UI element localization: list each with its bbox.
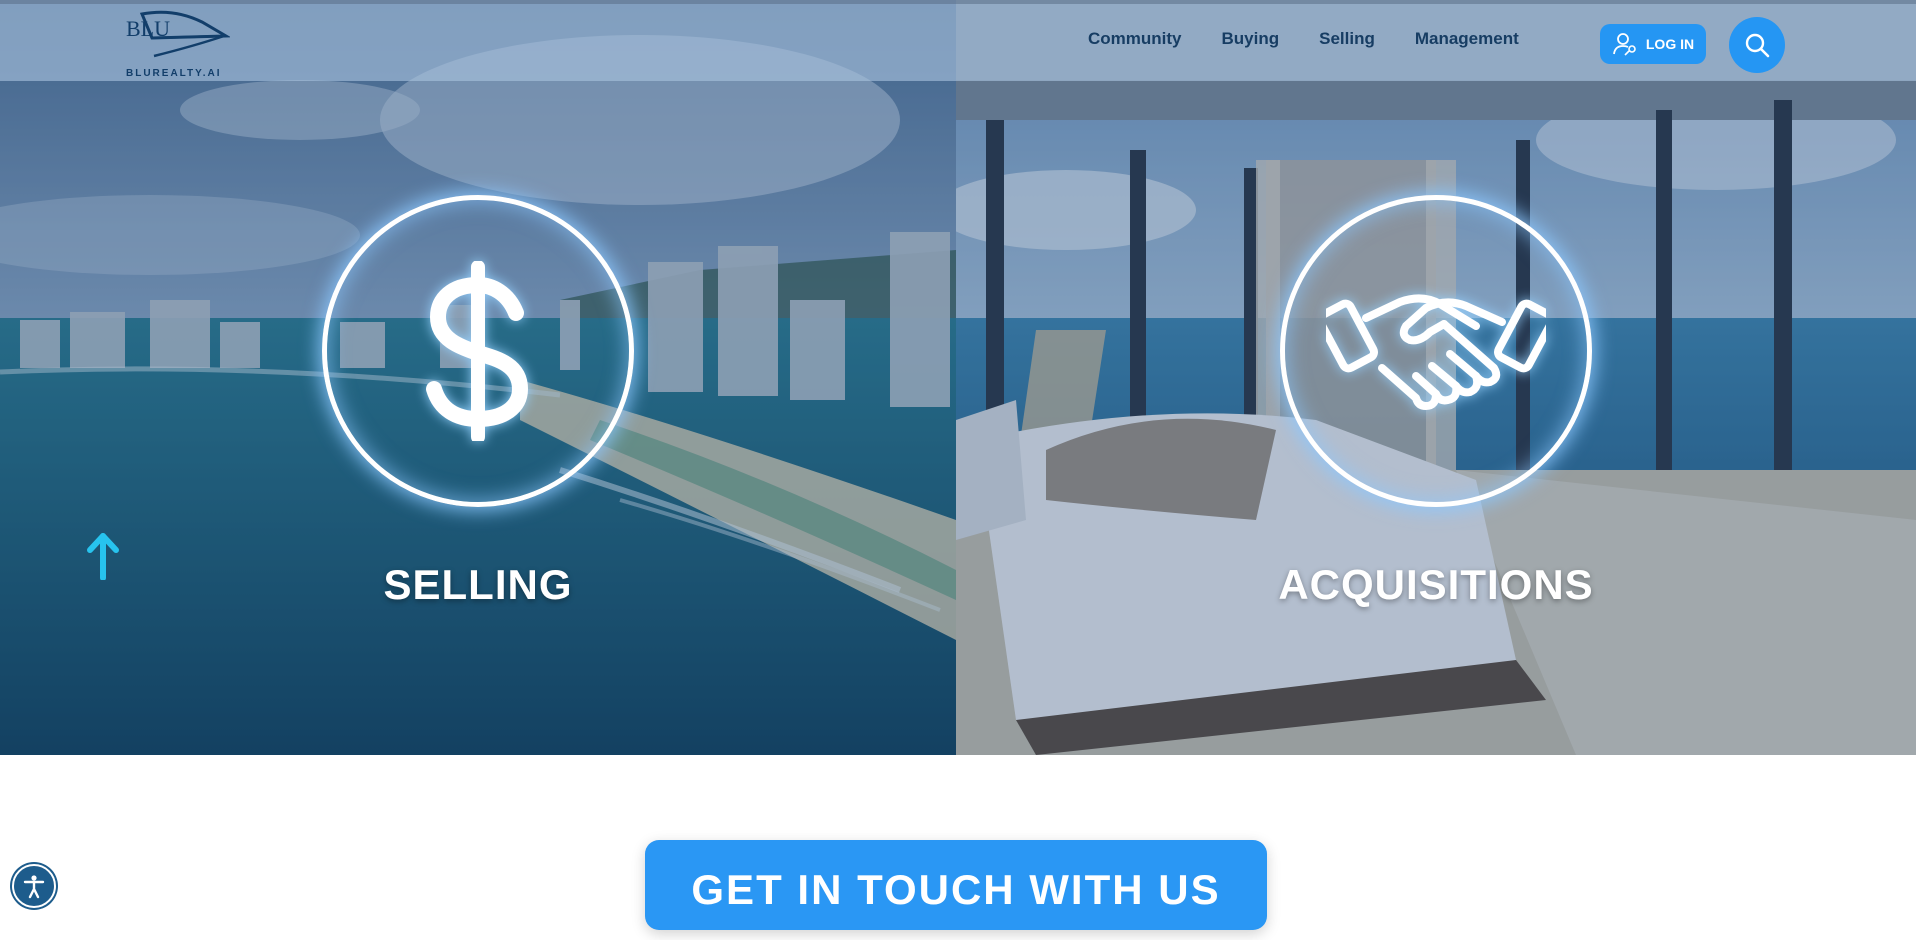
selling-panel[interactable]: SELLING xyxy=(0,0,956,755)
login-button[interactable]: LOG IN xyxy=(1600,24,1706,64)
dollar-icon xyxy=(426,261,529,441)
selling-feature: SELLING xyxy=(0,195,956,609)
acquisitions-icon-circle xyxy=(1280,195,1592,507)
login-label: LOG IN xyxy=(1645,36,1695,52)
nav-buying[interactable]: Buying xyxy=(1222,29,1280,49)
nav-selling[interactable]: Selling xyxy=(1319,29,1375,49)
brand-name: BLUREALTY.AI xyxy=(126,68,222,79)
site-header: BLU BLUREALTY.AI Community Buying Sellin… xyxy=(0,0,1916,81)
selling-title[interactable]: SELLING xyxy=(0,561,956,609)
search-icon xyxy=(1745,33,1770,58)
user-key-icon xyxy=(1612,33,1636,56)
selling-icon-circle xyxy=(322,195,634,507)
main-nav: Community Buying Selling Management xyxy=(1088,29,1519,49)
get-in-touch-button[interactable]: GET IN TOUCH WITH US xyxy=(645,840,1267,930)
hero-section: SELLING ACQUISITIONS xyxy=(0,0,1916,755)
acquisitions-title[interactable]: ACQUISITIONS xyxy=(956,561,1916,609)
handshake-icon xyxy=(1326,294,1546,410)
nav-community[interactable]: Community xyxy=(1088,29,1182,49)
acquisitions-feature: ACQUISITIONS xyxy=(956,195,1916,609)
nav-management[interactable]: Management xyxy=(1415,29,1519,49)
arrow-up-icon[interactable] xyxy=(86,532,120,580)
acquisitions-panel[interactable]: ACQUISITIONS xyxy=(956,0,1916,755)
accessibility-icon xyxy=(23,875,45,899)
search-button[interactable] xyxy=(1729,17,1785,73)
svg-text:BLU: BLU xyxy=(126,16,170,41)
accessibility-button[interactable] xyxy=(12,864,56,908)
